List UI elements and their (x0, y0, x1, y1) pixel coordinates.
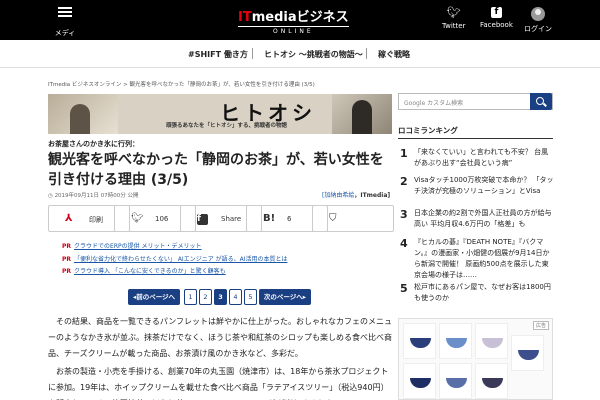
site-header: メディア ITmediaビジネス ONLINE 🐦︎ Twitter f Fac… (0, 0, 600, 56)
ad-product-image[interactable] (475, 363, 508, 399)
promo-links: PR クラウドでのERPの提供 メリット・デメリット PR 「便利な省力化で終わらせ… (62, 241, 287, 279)
prev-page-label: 前のページへ (136, 293, 176, 301)
clock-icon: ◷ (48, 193, 53, 199)
body-paragraph: お茶の製造・小売を手掛ける、創業70年の丸玉園（焼津市）は、18年から茶氷プロジ… (48, 367, 389, 400)
article-kicker: お茶屋さんのかき氷に行列： (48, 140, 139, 148)
pr-badge: PR (62, 243, 72, 250)
subnav-shift[interactable]: #SHIFT 働き方 (188, 49, 248, 60)
prev-page-button[interactable]: ◂前のページへ (128, 289, 180, 305)
publish-date: ◷ 2019年09月11日 07時00分 公開 (48, 191, 139, 199)
body-paragraph: その結果、商品を一覧できるパンフレットは鮮やかに仕上がった。おしゃれなカフェのメ… (48, 317, 392, 358)
promo-link[interactable]: PR クラウド導入 「こんなに安くできるのか」と驚く顧客も (62, 266, 287, 279)
ad-product-image[interactable] (439, 363, 472, 399)
page-link-5[interactable]: 5 (244, 289, 257, 305)
promo-link-text[interactable]: クラウドでのERPの提供 メリット・デメリット (74, 243, 202, 250)
ranking-text[interactable]: 『ヒカルの碁』『DEATH NOTE』『バクマン。』の漫画家・小畑健の個展が9月… (414, 237, 554, 281)
next-page-label: 次のページへ (263, 293, 303, 301)
ranking-text[interactable]: 「来なくていい」と言われても不安？ 台風があぶり出す“会社員という病” (414, 147, 554, 169)
page-link-1[interactable]: 1 (184, 289, 197, 305)
sub-navigation: #SHIFT 働き方 ヒトオシ 〜挑戦者の物語〜 稼ぐ戦略 (0, 40, 600, 68)
ad-product-shape (482, 338, 503, 348)
logo-business: ビジネス (296, 10, 349, 25)
promo-link-text[interactable]: クラウド導入 「こんなに安くできるのか」と驚く顧客も (74, 268, 226, 275)
login-button[interactable]: ログイン (524, 7, 552, 34)
site-search[interactable]: Google カスタム検索 (398, 93, 553, 110)
subnav-hitooshi[interactable]: ヒトオシ 〜挑戦者の物語〜 (264, 49, 363, 60)
ranking-text[interactable]: 日本企業の約2割で外国人正社員の方が給与高い 平均月収4.6万円の「格差」も (414, 208, 554, 230)
page-current-3: 3 (214, 289, 227, 305)
logo-online: ONLINE (238, 26, 349, 35)
twitter-label: Twitter (442, 22, 466, 30)
ranking-number: 5 (400, 282, 408, 295)
publish-date-text: 2019年09月11日 07時00分 公開 (54, 193, 139, 199)
banner-photo-left (48, 94, 118, 134)
hatena-icon: B! (263, 213, 276, 224)
next-arrow-icon: ▸ (302, 293, 307, 301)
ranking-text[interactable]: 松戸市にあるパン屋で、なぜお客は1800円も使うのか (414, 282, 554, 304)
author-link[interactable]: [加納由希絵 (322, 192, 354, 199)
ad-product-image[interactable] (403, 323, 436, 359)
banner-subtitle: 頑張るあなたを「ヒトオシ」する、挑戦者の物語 (166, 123, 288, 129)
search-placeholder: Google カスタム検索 (404, 100, 464, 107)
ad-product-image[interactable] (439, 323, 472, 359)
ad-product-shape (446, 378, 467, 388)
next-page-button[interactable]: 次のページへ▸ (259, 289, 311, 305)
ad-product-shape (446, 338, 467, 348)
byline-media: ，ITmedia] (354, 192, 391, 199)
byline: [加納由希絵，ITmedia] (322, 190, 390, 199)
ad-product-shape (482, 378, 503, 388)
logo-it: IT (238, 10, 252, 25)
share-bar: ⅄ 印刷 🐦︎ 106 f Share B! 6 ⛉ (48, 205, 394, 232)
page-link-4[interactable]: 4 (229, 289, 242, 305)
ranking-number: 1 (400, 147, 408, 160)
subnav-divider (366, 48, 367, 59)
twitter-header-button[interactable]: 🐦︎ Twitter (442, 6, 466, 31)
twitter-icon: 🐦︎ (446, 6, 461, 19)
ranking-text[interactable]: Visaタッチ1000万枚突破で本命か？ 「タッチ決済が究極のソリューション」と… (414, 175, 554, 197)
article-title: 観光客を呼べなかった「静岡のお茶」が、若い女性を引き付ける理由 (3/5) (48, 152, 384, 188)
ad-product-image[interactable] (475, 323, 508, 359)
pr-badge: PR (62, 255, 72, 263)
facebook-label: Facebook (480, 21, 513, 29)
ranking-divider (398, 138, 553, 139)
ad-badge: 広告 (532, 321, 549, 330)
search-button[interactable] (530, 93, 552, 110)
print-label: 印刷 (89, 216, 103, 224)
promo-link-text[interactable]: 「便利な省力化で終わらせたくない」 AIエンジニア が語る、AI活用の本質とは (74, 256, 287, 263)
hamburger-icon (58, 7, 72, 17)
banner-photo-right (332, 94, 392, 134)
ranking-number: 3 (400, 208, 408, 221)
user-avatar-icon (531, 7, 545, 21)
pdf-icon: ⅄ (65, 213, 73, 224)
facebook-header-button[interactable]: f Facebook (480, 7, 513, 29)
ad-product-image[interactable] (403, 363, 436, 399)
pocket-icon: ⛉ (329, 213, 337, 224)
breadcrumb[interactable]: ITmedia ビジネスオンライン > 観光客を呼べなかった「静岡のお茶」が、若… (48, 80, 315, 88)
site-logo[interactable]: ITmediaビジネス ONLINE (238, 6, 349, 35)
hatena-count: 6 (287, 215, 292, 223)
facebook-icon: f (490, 7, 502, 18)
series-banner[interactable]: ヒトオシ 頑張るあなたを「ヒトオシ」する、挑戦者の物語 (48, 94, 392, 134)
login-label: ログイン (524, 25, 552, 33)
ranking-number: 2 (400, 175, 408, 188)
page-link-2[interactable]: 2 (199, 289, 212, 305)
logo-media: media (251, 10, 297, 25)
subnav-kasegu[interactable]: 稼ぐ戦略 (378, 49, 410, 60)
ad-product-image[interactable] (511, 335, 544, 371)
ranking-title: ロコミランキング (398, 126, 458, 135)
ad-product-shape (518, 350, 539, 360)
pr-badge: PR (62, 268, 72, 275)
tweet-count: 106 (155, 215, 169, 223)
pocket-button[interactable]: ⛉ (312, 205, 394, 232)
facebook-icon: f (197, 213, 208, 228)
promo-link[interactable]: PR クラウドでのERPの提供 メリット・デメリット (62, 241, 287, 254)
ad-product-shape (410, 338, 431, 348)
twitter-icon: 🐦︎ (131, 213, 144, 224)
sidebar-ad[interactable]: 広告 (398, 318, 553, 400)
promo-link[interactable]: PR 「便利な省力化で終わらせたくない」 AIエンジニア が語る、AI活用の本質と… (62, 254, 287, 267)
ad-product-shape (410, 378, 431, 388)
subnav-divider (252, 48, 253, 59)
ranking-number: 4 (400, 237, 408, 250)
facebook-share-label: Share (221, 215, 242, 223)
